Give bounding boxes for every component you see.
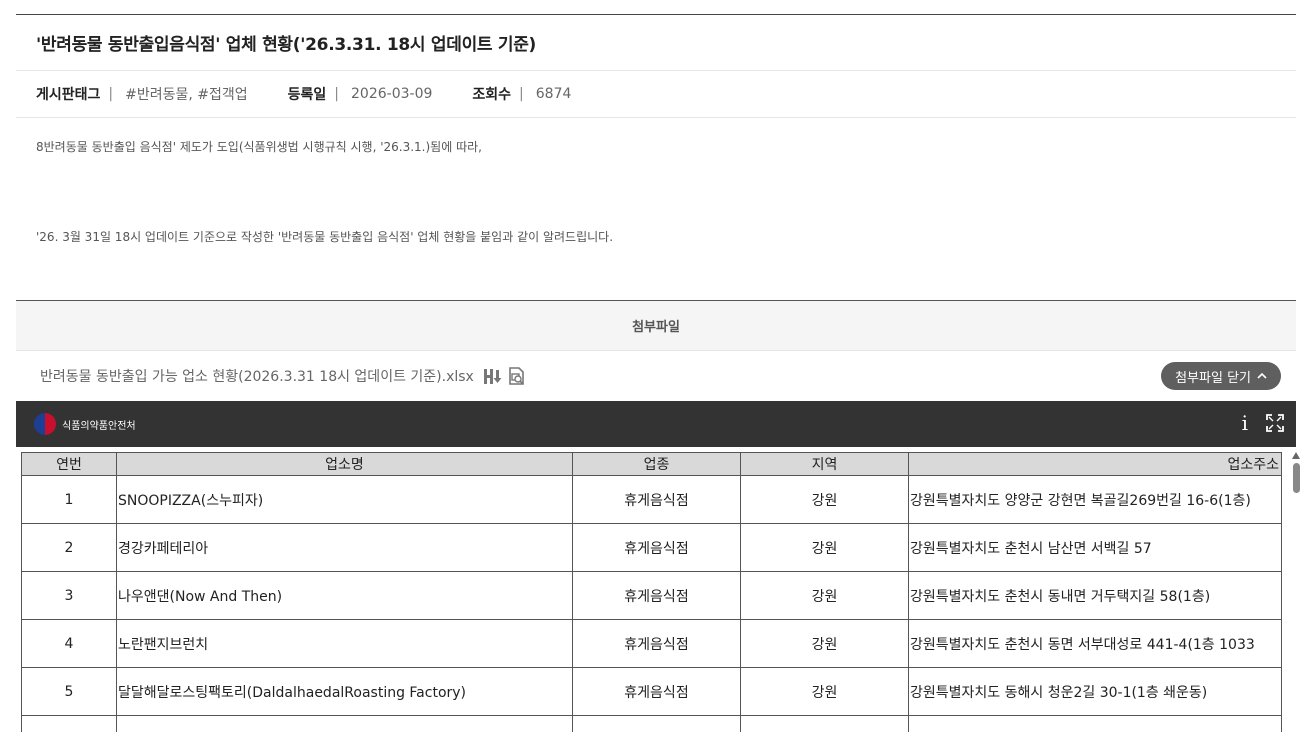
table-row: 1 SNOOPIZZA(스누피자) 휴게음식점 강원 강원특별자치도 양양군 강…	[21, 475, 1282, 524]
table-row: 2 경강카페테리아 휴게음식점 강원 강원특별자치도 춘천시 남산면 서백길 5…	[21, 523, 1282, 572]
cell-address: 강원특별자치도 춘천시 동면 서부대성로 441-4(1층 1033	[908, 619, 1282, 668]
data-table: 연번 업소명 업종 지역 업소주소 1 SNOOPIZZA(스누피자) 휴게음식…	[21, 452, 1282, 732]
tag-label: 게시판태그	[36, 87, 101, 103]
attachment-row: 반려동물 동반출입 가능 업소 현황(2026.3.31 18시 업데이트 기준…	[16, 351, 1296, 401]
logo-text: 식품의약품안전처	[62, 420, 136, 432]
cell-address: 강원특별자치도 춘천시 동내면 거두택지길 58(1층)	[908, 571, 1282, 620]
column-header: 업소주소	[908, 452, 1282, 476]
info-icon[interactable]: i	[1242, 413, 1248, 433]
scroll-up-icon[interactable]	[1292, 452, 1300, 459]
close-attachment-label: 첨부파일 닫기	[1175, 370, 1251, 386]
cell-no: 1	[21, 475, 117, 524]
attachment-actions	[482, 366, 526, 386]
cell-type	[572, 715, 741, 732]
post-content: 8반려동물 동반출입 음식점' 제도가 도입(식품위생법 시행규칙 시행, '2…	[16, 118, 1296, 301]
cell-address: 강원특별자치도 양양군 강현면 복골길269번길 16-6(1층)	[908, 475, 1282, 524]
cell-no	[21, 715, 117, 732]
content-paragraph: 8반려동물 동반출입 음식점' 제도가 도입(식품위생법 시행규칙 시행, '2…	[36, 140, 482, 154]
table-row: 3 나우앤댄(Now And Then) 휴게음식점 강원 강원특별자치도 춘천…	[21, 571, 1282, 620]
cell-region: 강원	[740, 475, 909, 524]
cell-name: 나우앤댄(Now And Then)	[116, 571, 573, 620]
attachment-heading: 첨부파일	[16, 301, 1296, 351]
cell-type: 휴게음식점	[572, 475, 741, 524]
spreadsheet-preview: 연번 업소명 업종 지역 업소주소 1 SNOOPIZZA(스누피자) 휴게음식…	[16, 448, 1296, 732]
table-header-row: 연번 업소명 업종 지역 업소주소	[21, 452, 1282, 476]
content-paragraph: '26. 3월 31일 18시 업데이트 기준으로 작성한 '반려동물 동반출입…	[36, 230, 614, 244]
views-value: 6874	[535, 86, 572, 102]
cell-region: 강원	[740, 619, 909, 668]
download-icon[interactable]	[482, 366, 502, 386]
cell-address	[908, 715, 1282, 732]
table-row: 4 노란팬지브런치 휴게음식점 강원 강원특별자치도 춘천시 동면 서부대성로 …	[21, 619, 1282, 668]
cell-name	[116, 715, 573, 732]
column-header: 업종	[572, 452, 741, 476]
cell-name: SNOOPIZZA(스누피자)	[116, 475, 573, 524]
close-attachment-button[interactable]: 첨부파일 닫기	[1161, 362, 1281, 390]
document-viewer-toolbar: 식품의약품안전처 i	[16, 401, 1296, 447]
cell-no: 4	[21, 619, 117, 668]
cell-region	[740, 715, 909, 732]
meta-date: 등록일 | 2026-03-09	[288, 84, 433, 104]
cell-region: 강원	[740, 523, 909, 572]
tag-value: #반려동물, #접객업	[125, 87, 248, 103]
cell-region: 강원	[740, 667, 909, 716]
cell-type: 휴게음식점	[572, 523, 741, 572]
views-label: 조회수	[472, 87, 512, 103]
meta-views: 조회수 | 6874	[472, 84, 571, 104]
cell-no: 2	[21, 523, 117, 572]
meta-tags: 게시판태그 | #반려동물, #접객업	[36, 84, 248, 104]
post-meta: 게시판태그 | #반려동물, #접객업 등록일 | 2026-03-09 조회수…	[16, 71, 1296, 118]
cell-address: 강원특별자치도 춘천시 남산면 서백길 57	[908, 523, 1282, 572]
meta-separator: |	[519, 86, 524, 102]
vertical-scrollbar[interactable]	[1291, 450, 1301, 732]
column-header: 업소명	[116, 452, 573, 476]
cell-address: 강원특별자치도 동해시 청운2길 30-1(1층 쇄운동)	[908, 667, 1282, 716]
mfds-logo: 식품의약품안전처	[34, 413, 136, 435]
column-header: 연번	[21, 452, 117, 476]
viewer-tools: i	[1242, 413, 1284, 433]
cell-no: 5	[21, 667, 117, 716]
meta-separator: |	[108, 86, 114, 102]
date-label: 등록일	[287, 87, 327, 103]
cell-name: 노란팬지브런치	[116, 619, 573, 668]
post-title-row: '반려동물 동반출입음식점' 업체 현황('26.3.31. 18시 업데이트 …	[16, 14, 1296, 71]
cell-type: 휴게음식점	[572, 667, 741, 716]
post-view: '반려동물 동반출입음식점' 업체 현황('26.3.31. 18시 업데이트 …	[16, 14, 1296, 447]
post-title: '반려동물 동반출입음식점' 업체 현황('26.3.31. 18시 업데이트 …	[36, 35, 537, 55]
column-header: 지역	[740, 452, 909, 476]
table-row: 5 달달해달로스팅팩토리(DaldalhaedalRoasting Factor…	[21, 667, 1282, 716]
attachment-file-link[interactable]: 반려동물 동반출입 가능 업소 현황(2026.3.31 18시 업데이트 기준…	[40, 366, 474, 386]
cell-region: 강원	[740, 571, 909, 620]
cell-type: 휴게음식점	[572, 571, 741, 620]
preview-icon[interactable]	[506, 366, 526, 386]
cell-type: 휴게음식점	[572, 619, 741, 668]
scroll-thumb[interactable]	[1292, 463, 1300, 493]
cell-no: 3	[21, 571, 117, 620]
table-row	[21, 715, 1282, 732]
cell-name: 경강카페테리아	[116, 523, 573, 572]
meta-separator: |	[334, 86, 340, 102]
taegeuk-logo-icon	[34, 413, 56, 435]
chevron-up-icon	[1257, 372, 1267, 379]
cell-name: 달달해달로스팅팩토리(DaldalhaedalRoasting Factory)	[116, 667, 573, 716]
date-value: 2026-03-09	[351, 86, 433, 102]
fullscreen-icon[interactable]	[1266, 414, 1284, 432]
